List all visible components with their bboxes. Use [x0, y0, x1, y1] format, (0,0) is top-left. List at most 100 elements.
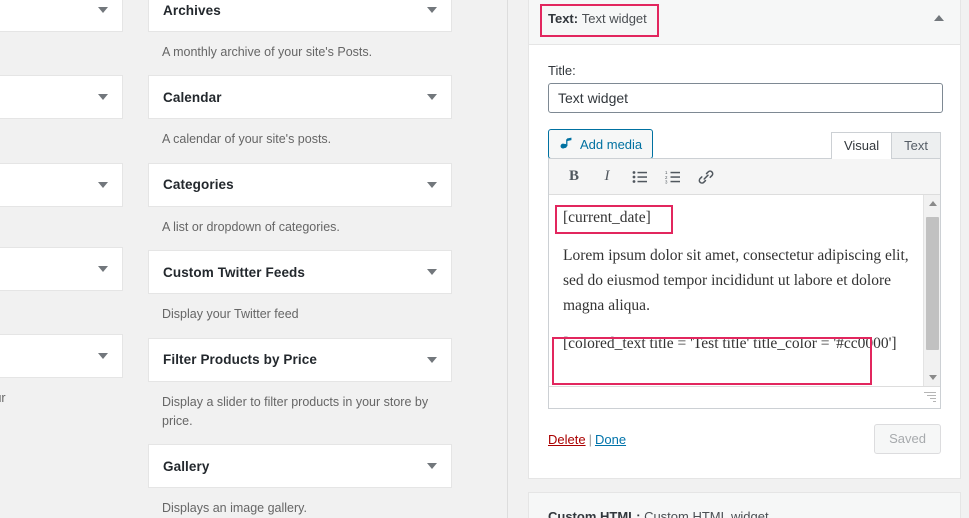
widget-block: r products in your — [0, 334, 123, 421]
chevron-down-icon[interactable] — [427, 7, 437, 13]
title-label: Title: — [548, 63, 576, 78]
widget-description: Display a slider to filter products in y… — [162, 394, 429, 428]
widget-description: Display your Twitter feed — [162, 307, 299, 322]
text-widget-header[interactable]: Text: Text widget — [529, 0, 960, 45]
widget-header[interactable] — [0, 334, 123, 379]
widget-title: Custom Twitter Feeds — [163, 264, 306, 280]
tab-visual[interactable]: Visual — [830, 132, 893, 159]
text-widget-footer: Delete | Done Saved — [529, 409, 960, 470]
widget-block-gallery: Gallery Displays an image gallery. — [148, 444, 452, 518]
done-link[interactable]: Done — [595, 432, 626, 447]
widget-description: A list or dropdown of categories. — [162, 219, 340, 234]
chevron-down-icon[interactable] — [427, 463, 437, 470]
editor-top-row: Add media Visual Text — [548, 129, 941, 159]
widget-description: Displays an image gallery. — [162, 501, 307, 516]
widget-block: products in your — [0, 246, 123, 334]
title-input[interactable] — [548, 83, 943, 113]
tab-text[interactable]: Text — [892, 132, 941, 159]
editor-resize-handle[interactable] — [922, 392, 936, 405]
widget-header-categories[interactable]: Categories — [148, 162, 452, 207]
custom-html-header-name: Custom HTML widget — [644, 509, 769, 518]
chevron-down-icon[interactable] — [427, 356, 437, 363]
shortcode-colored-text: [colored_text title = 'Test title' title… — [563, 335, 897, 353]
text-widget-header-name: Text widget — [581, 11, 647, 26]
editor: B I 1 2 3 [current_date] Lorem ipsum dol… — [548, 158, 941, 409]
widget-description: rt. — [0, 119, 123, 162]
svg-text:3: 3 — [665, 179, 668, 184]
editor-scrollbar[interactable] — [923, 195, 940, 386]
widget-block — [0, 162, 123, 247]
widget-header[interactable] — [0, 0, 123, 32]
panel-divider — [507, 0, 508, 518]
editor-mode-tabs: Visual Text — [830, 132, 941, 159]
widgets-admin-screen: ers. rt. prod — [0, 0, 969, 518]
widget-block: rt. — [0, 75, 123, 162]
widget-block-calendar: Calendar A calendar of your site's posts… — [148, 75, 452, 162]
widget-header-custom-twitter-feeds[interactable]: Custom Twitter Feeds — [148, 250, 452, 295]
widget-header-filter-products-by-price[interactable]: Filter Products by Price — [148, 337, 452, 382]
text-widget-panel: Text: Text widget Title: Add media — [528, 0, 961, 479]
widget-header[interactable] — [0, 162, 123, 207]
footer-links: Delete | Done — [548, 432, 626, 447]
widget-description: A monthly archive of your site's Posts. — [162, 45, 373, 59]
widget-title: Filter Products by Price — [163, 352, 317, 367]
scrollbar-thumb[interactable] — [926, 217, 939, 350]
widget-block: ers. — [0, 0, 123, 75]
widget-header-calendar[interactable]: Calendar — [148, 75, 452, 120]
available-widgets-area: ers. rt. prod — [0, 0, 470, 518]
editor-statusbar — [549, 386, 940, 408]
chevron-up-icon[interactable] — [934, 15, 944, 21]
editor-paragraph: Lorem ipsum dolor sit amet, consectetur … — [563, 247, 909, 315]
widget-block-filter-products-by-price: Filter Products by Price Display a slide… — [148, 337, 452, 445]
add-media-button[interactable]: Add media — [548, 129, 654, 159]
widget-header-archives[interactable]: Archives — [148, 0, 452, 32]
widget-description: ers. — [0, 32, 123, 75]
widget-block-archives: Archives A monthly archive of your site'… — [148, 0, 452, 75]
custom-html-header-prefix: Custom HTML: — [548, 509, 641, 518]
chevron-down-icon[interactable] — [427, 269, 437, 276]
available-widgets-column-right: Archives A monthly archive of your site'… — [148, 0, 452, 518]
add-media-label: Add media — [580, 136, 643, 152]
widget-description: products in your — [0, 291, 123, 334]
bold-icon[interactable]: B — [559, 163, 589, 191]
text-widget-header-prefix: Text: — [548, 11, 579, 26]
italic-icon[interactable]: I — [592, 163, 622, 191]
widget-block-categories: Categories A list or dropdown of categor… — [148, 162, 452, 250]
text-widget-header-title: Text: Text widget — [548, 11, 647, 26]
footer-separator: | — [588, 431, 592, 447]
custom-html-widget-header-title: Custom HTML: Custom HTML widget — [529, 493, 960, 518]
widget-title: Archives — [163, 2, 221, 18]
chevron-down-icon[interactable] — [98, 353, 108, 360]
save-button[interactable]: Saved — [874, 424, 941, 454]
sidebar-widgets-pane: Text: Text widget Title: Add media — [520, 0, 969, 518]
widget-description: r products in your — [0, 391, 6, 406]
text-widget-body: Title: Add media Visual Te — [529, 45, 960, 409]
chevron-down-icon[interactable] — [98, 7, 108, 13]
chevron-down-icon[interactable] — [98, 181, 108, 188]
widget-description: A calendar of your site's posts. — [162, 132, 332, 147]
numbered-list-icon[interactable]: 1 2 3 — [658, 163, 688, 191]
editor-content[interactable]: [current_date] Lorem ipsum dolor sit ame… — [549, 195, 940, 386]
media-icon — [560, 137, 572, 149]
custom-html-widget-panel[interactable]: Custom HTML: Custom HTML widget — [528, 492, 961, 518]
widget-title: Categories — [163, 177, 234, 193]
link-icon[interactable] — [691, 163, 721, 191]
editor-toolbar: B I 1 2 3 — [549, 159, 940, 195]
chevron-down-icon[interactable] — [427, 94, 437, 101]
widget-description — [0, 207, 123, 247]
bulleted-list-icon[interactable] — [625, 163, 655, 191]
shortcode-current-date: [current_date] — [563, 209, 651, 226]
widget-block-custom-twitter-feeds: Custom Twitter Feeds Display your Twitte… — [148, 250, 452, 337]
widget-title: Gallery — [163, 458, 210, 474]
widget-header[interactable] — [0, 75, 123, 120]
widget-header[interactable] — [0, 246, 123, 291]
delete-link[interactable]: Delete — [548, 432, 586, 447]
chevron-down-icon[interactable] — [98, 94, 108, 101]
chevron-down-icon[interactable] — [427, 181, 437, 188]
available-widgets-column-left: ers. rt. prod — [0, 0, 123, 422]
chevron-down-icon[interactable] — [98, 265, 108, 272]
scroll-up-icon[interactable] — [924, 195, 940, 212]
widget-title: Calendar — [163, 89, 222, 105]
widget-header-gallery[interactable]: Gallery — [148, 444, 452, 489]
scroll-down-icon[interactable] — [924, 369, 940, 386]
